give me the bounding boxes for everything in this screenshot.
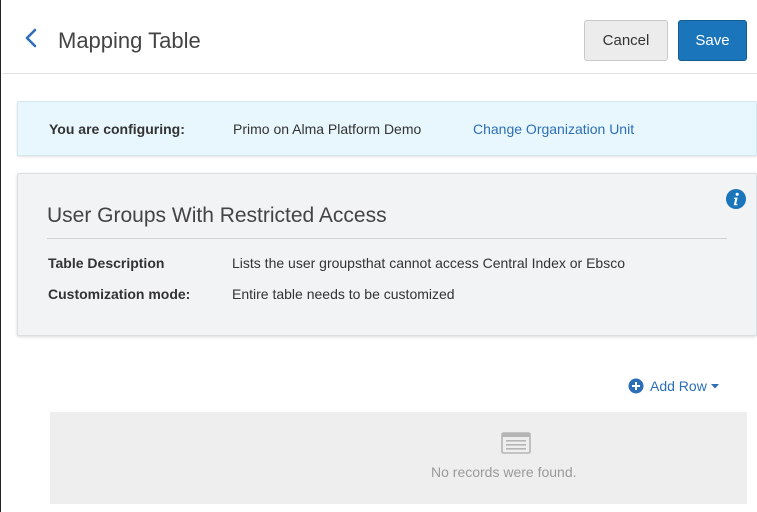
table-details-card: User Groups With Restricted Access Table… [17, 173, 757, 336]
page-header: Mapping Table Cancel Save [2, 0, 757, 74]
change-organization-link[interactable]: Change Organization Unit [473, 121, 634, 137]
add-row-label: Add Row [650, 378, 707, 394]
empty-records-panel: No records were found. [50, 412, 747, 504]
plus-circle-icon [628, 378, 644, 394]
customization-mode-label: Customization mode: [48, 286, 191, 302]
config-organization: Primo on Alma Platform Demo [233, 121, 422, 137]
description-value: Lists the user groupsthat cannot access … [232, 255, 625, 271]
table-title: User Groups With Restricted Access [47, 204, 387, 227]
caret-down-icon [710, 384, 719, 389]
empty-message: No records were found. [431, 464, 577, 480]
info-icon[interactable] [725, 188, 747, 210]
page-frame: Mapping Table Cancel Save You are config… [0, 0, 757, 512]
configuration-banner: You are configuring: Primo on Alma Platf… [17, 101, 757, 156]
divider [47, 238, 727, 239]
list-icon [501, 432, 531, 454]
save-button[interactable]: Save [678, 20, 747, 61]
customization-mode-value: Entire table needs to be customized [232, 286, 455, 302]
page-title: Mapping Table [58, 28, 201, 53]
add-row-button[interactable]: Add Row [628, 376, 719, 396]
description-label: Table Description [48, 255, 165, 271]
chevron-left-icon[interactable] [22, 27, 40, 49]
cancel-button[interactable]: Cancel [584, 20, 668, 61]
config-label: You are configuring: [49, 121, 185, 137]
